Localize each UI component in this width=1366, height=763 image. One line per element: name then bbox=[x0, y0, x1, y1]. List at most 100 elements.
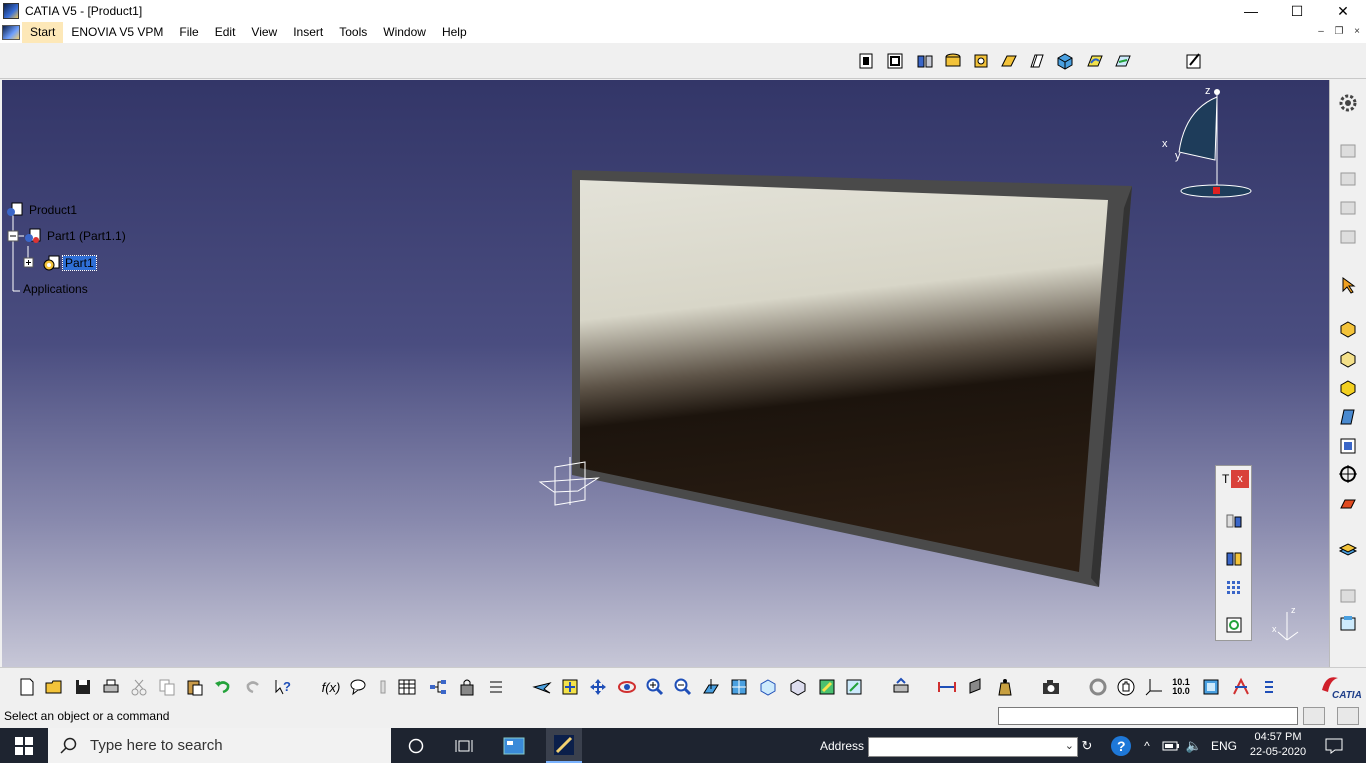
menu-file[interactable]: File bbox=[171, 22, 206, 43]
iso-view-icon[interactable] bbox=[757, 676, 779, 698]
gear-settings-icon[interactable] bbox=[1337, 92, 1359, 114]
menu-view[interactable]: View bbox=[243, 22, 285, 43]
measure-icon[interactable] bbox=[1223, 510, 1245, 532]
command-button-2[interactable] bbox=[1337, 707, 1359, 725]
drafting-icon[interactable] bbox=[1026, 50, 1048, 72]
desktop-app-icon[interactable] bbox=[498, 728, 530, 763]
menu-insert[interactable]: Insert bbox=[285, 22, 331, 43]
menu-help[interactable]: Help bbox=[434, 22, 475, 43]
capture-camera-icon[interactable] bbox=[1040, 676, 1062, 698]
explode-icon[interactable] bbox=[1337, 585, 1359, 607]
open-folder-icon[interactable] bbox=[43, 676, 65, 698]
table-icon[interactable] bbox=[396, 676, 418, 698]
windows-start-button[interactable] bbox=[0, 728, 48, 763]
generative-shape-icon[interactable] bbox=[942, 50, 964, 72]
address-go-icon[interactable]: ↻ bbox=[1078, 728, 1096, 763]
list-icon[interactable] bbox=[485, 676, 507, 698]
maximize-button[interactable]: ☐ bbox=[1274, 0, 1320, 22]
inertia-icon[interactable] bbox=[994, 676, 1016, 698]
chevron-up-icon[interactable]: ^ bbox=[1139, 728, 1155, 763]
manipulation-icon[interactable] bbox=[1337, 493, 1359, 515]
language-indicator[interactable]: ENG bbox=[1211, 728, 1237, 763]
mdi-close-button[interactable]: × bbox=[1350, 24, 1364, 38]
taskbar-search[interactable]: Type here to search bbox=[48, 728, 391, 763]
help-circle-icon[interactable]: ? bbox=[1108, 728, 1134, 763]
axis-icon[interactable] bbox=[1143, 676, 1165, 698]
sheetmetal-icon[interactable] bbox=[998, 50, 1020, 72]
rotate-icon[interactable] bbox=[616, 676, 638, 698]
volume-icon[interactable]: 🔈 bbox=[1185, 728, 1203, 763]
3d-model[interactable]: z x y z x bbox=[2, 80, 1329, 667]
save-icon[interactable] bbox=[72, 676, 94, 698]
menu-edit[interactable]: Edit bbox=[207, 22, 244, 43]
mdi-restore-button[interactable]: ❐ bbox=[1332, 24, 1346, 38]
clash-icon[interactable] bbox=[1223, 548, 1245, 570]
hand-icon[interactable] bbox=[1115, 676, 1137, 698]
zoom-in-icon[interactable] bbox=[644, 676, 666, 698]
constraint-icon[interactable] bbox=[1337, 168, 1359, 190]
floating-toolbar[interactable]: T x bbox=[1215, 465, 1252, 641]
new-file-icon[interactable] bbox=[16, 676, 38, 698]
comment-icon[interactable] bbox=[347, 676, 369, 698]
menu-tools[interactable]: Tools bbox=[331, 22, 375, 43]
mdi-minimize-button[interactable]: – bbox=[1314, 24, 1328, 38]
swap-space-icon[interactable] bbox=[843, 676, 865, 698]
catia-logo-icon[interactable] bbox=[2, 25, 20, 40]
target-icon[interactable] bbox=[1337, 463, 1359, 485]
command-input[interactable] bbox=[998, 707, 1298, 725]
replace-component-icon[interactable] bbox=[1337, 435, 1359, 457]
3d-viewport[interactable]: Product1 Part1 (Part1.1) Part1 Applicati… bbox=[2, 80, 1329, 667]
address-dropdown-icon[interactable]: ⌄ bbox=[1065, 739, 1074, 752]
close-button[interactable]: ✕ bbox=[1320, 0, 1366, 22]
grid-icon[interactable] bbox=[1223, 577, 1245, 599]
assembly-design-icon[interactable] bbox=[914, 50, 936, 72]
sketch-icon[interactable] bbox=[1084, 50, 1106, 72]
multi-view-icon[interactable] bbox=[728, 676, 750, 698]
menu-enovia[interactable]: ENOVIA V5 VPM bbox=[63, 22, 171, 43]
sketcher-icon[interactable] bbox=[1183, 50, 1205, 72]
product-structure-icon[interactable] bbox=[855, 50, 877, 72]
fit-all-icon[interactable] bbox=[559, 676, 581, 698]
update-icon[interactable] bbox=[890, 676, 912, 698]
wireframe-icon[interactable] bbox=[970, 50, 992, 72]
scene-icon[interactable] bbox=[1337, 613, 1359, 635]
select-arrow-icon[interactable] bbox=[1337, 274, 1359, 296]
layers-icon[interactable] bbox=[1337, 538, 1359, 560]
lock-icon[interactable] bbox=[456, 676, 478, 698]
clash-analysis-icon[interactable] bbox=[1230, 676, 1252, 698]
snap-icon[interactable] bbox=[1337, 197, 1359, 219]
cut-icon[interactable] bbox=[128, 676, 150, 698]
menu-window[interactable]: Window bbox=[375, 22, 434, 43]
render-style-icon[interactable] bbox=[787, 676, 809, 698]
catia-taskbar-app[interactable] bbox=[546, 728, 582, 763]
refresh-icon[interactable] bbox=[1087, 676, 1109, 698]
new-part-icon[interactable] bbox=[1337, 377, 1359, 399]
normal-view-icon[interactable] bbox=[700, 676, 722, 698]
formula-icon[interactable]: f(x) bbox=[318, 676, 344, 698]
menu-start[interactable]: Start bbox=[22, 22, 64, 43]
measure-between-icon[interactable] bbox=[936, 676, 958, 698]
part-design-icon[interactable] bbox=[884, 50, 906, 72]
pan-icon[interactable] bbox=[587, 676, 609, 698]
cube-workbench-icon[interactable] bbox=[1054, 50, 1076, 72]
redo-icon[interactable] bbox=[242, 676, 264, 698]
cortana-icon[interactable] bbox=[400, 728, 432, 763]
hierarchy-icon[interactable] bbox=[427, 676, 449, 698]
new-component-icon[interactable] bbox=[1337, 318, 1359, 340]
print-icon[interactable] bbox=[100, 676, 122, 698]
command-button-1[interactable] bbox=[1303, 707, 1325, 725]
notifications-icon[interactable] bbox=[1318, 728, 1350, 763]
address-input[interactable]: ⌄ bbox=[868, 737, 1078, 757]
new-product-icon[interactable] bbox=[1337, 348, 1359, 370]
lock-small-icon[interactable] bbox=[372, 676, 394, 698]
whats-this-icon[interactable]: ? bbox=[272, 676, 294, 698]
undo-icon[interactable] bbox=[212, 676, 234, 698]
zoom-out-icon[interactable] bbox=[672, 676, 694, 698]
taskbar-clock[interactable]: 04:57 PM 22-05-2020 bbox=[1248, 730, 1308, 760]
minimize-button[interactable]: — bbox=[1228, 0, 1274, 22]
paste-icon[interactable] bbox=[184, 676, 206, 698]
existing-component-icon[interactable] bbox=[1337, 406, 1359, 428]
catalog-icon[interactable] bbox=[1337, 140, 1359, 162]
fly-mode-icon[interactable] bbox=[531, 676, 553, 698]
section-icon[interactable] bbox=[1200, 676, 1222, 698]
